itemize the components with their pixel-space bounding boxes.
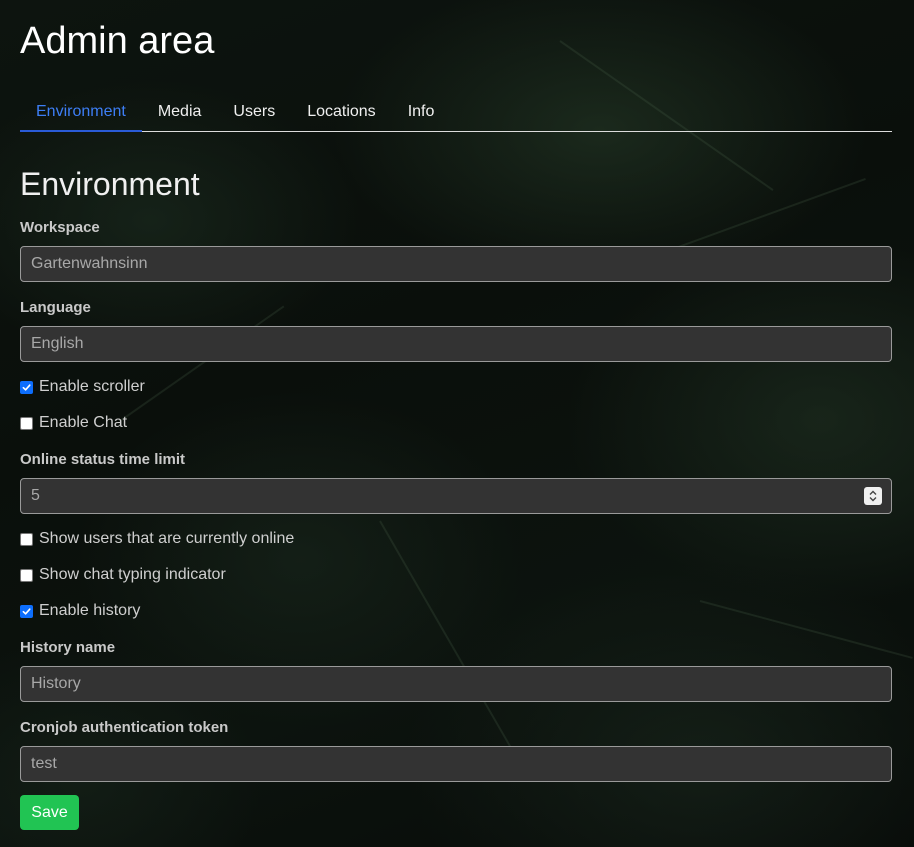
tab-bar: Environment Media Users Locations Info	[20, 94, 892, 132]
background-leaf	[379, 520, 521, 764]
tab-locations[interactable]: Locations	[291, 94, 392, 131]
workspace-value: Gartenwahnsinn	[31, 255, 148, 272]
enable-history-label: Enable history	[39, 602, 141, 619]
enable-scroller-checkbox[interactable]	[20, 380, 33, 394]
online-status-limit-input[interactable]: 5	[20, 478, 892, 514]
history-name-label: History name	[20, 639, 116, 656]
show-online-users-checkbox[interactable]	[20, 532, 33, 546]
show-typing-indicator-checkbox[interactable]	[20, 568, 33, 582]
save-button[interactable]: Save	[20, 795, 79, 830]
workspace-input[interactable]: Gartenwahnsinn	[20, 246, 892, 282]
language-label: Language	[20, 299, 91, 316]
history-name-input[interactable]: History	[20, 666, 892, 702]
tab-info[interactable]: Info	[392, 94, 451, 131]
enable-history-checkbox[interactable]	[20, 604, 33, 618]
show-typing-indicator-row[interactable]: Show chat typing indicator	[20, 566, 226, 584]
tab-media[interactable]: Media	[142, 94, 218, 131]
enable-chat-label: Enable Chat	[39, 414, 128, 431]
show-typing-indicator-label: Show chat typing indicator	[39, 566, 226, 583]
enable-history-row[interactable]: Enable history	[20, 602, 140, 620]
enable-scroller-label: Enable scroller	[39, 378, 145, 395]
enable-chat-row[interactable]: Enable Chat	[20, 414, 127, 432]
online-status-limit-value: 5	[31, 487, 40, 504]
stepper-arrows-icon[interactable]	[864, 487, 882, 505]
show-online-users-label: Show users that are currently online	[39, 530, 295, 547]
cronjob-token-value: test	[31, 755, 57, 772]
online-status-limit-label: Online status time limit	[20, 451, 186, 468]
tab-environment[interactable]: Environment	[20, 94, 142, 132]
background-leaf	[119, 305, 285, 422]
cronjob-token-input[interactable]: test	[20, 746, 892, 782]
checkmark-icon	[22, 383, 31, 391]
checkmark-icon	[22, 607, 31, 615]
history-name-value: History	[31, 675, 81, 692]
enable-chat-checkbox[interactable]	[20, 416, 33, 430]
page-title: Admin area	[20, 20, 215, 62]
language-value: English	[31, 335, 84, 352]
section-title: Environment	[20, 166, 200, 202]
cronjob-token-label: Cronjob authentication token	[20, 719, 229, 736]
background-leaf	[699, 600, 913, 659]
show-online-users-row[interactable]: Show users that are currently online	[20, 530, 294, 548]
language-select[interactable]: English	[20, 326, 892, 362]
workspace-label: Workspace	[20, 219, 100, 236]
tab-users[interactable]: Users	[217, 94, 291, 131]
enable-scroller-row[interactable]: Enable scroller	[20, 378, 145, 396]
